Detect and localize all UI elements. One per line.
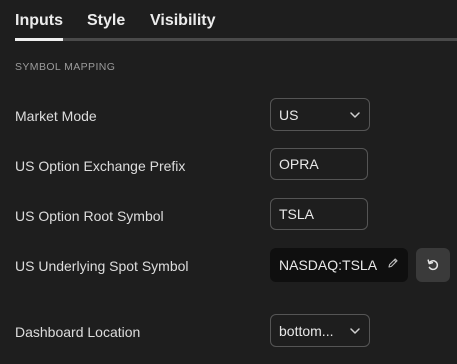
reset-icon bbox=[427, 259, 439, 271]
tab-visibility[interactable]: Visibility bbox=[150, 12, 216, 30]
market-mode-select[interactable]: US bbox=[270, 98, 370, 131]
dashboard-location-select[interactable]: bottom... bbox=[270, 314, 370, 347]
section-title: SYMBOL MAPPING bbox=[15, 61, 116, 73]
tab-style[interactable]: Style bbox=[87, 12, 125, 30]
exchange-prefix-label: US Option Exchange Prefix bbox=[15, 158, 186, 174]
spot-symbol-label: US Underlying Spot Symbol bbox=[15, 258, 189, 274]
tab-bar: Inputs Style Visibility bbox=[0, 0, 457, 42]
chevron-down-icon bbox=[350, 328, 360, 334]
dashboard-location-value: bottom... bbox=[279, 323, 334, 339]
tab-inputs[interactable]: Inputs bbox=[15, 12, 63, 30]
exchange-prefix-input[interactable] bbox=[270, 148, 368, 180]
market-mode-value: US bbox=[279, 107, 299, 123]
spot-symbol-value: NASDAQ:TSLA bbox=[279, 257, 378, 273]
active-tab-indicator bbox=[15, 38, 63, 41]
dashboard-location-label: Dashboard Location bbox=[15, 324, 141, 340]
spot-symbol-field[interactable]: NASDAQ:TSLA bbox=[270, 248, 408, 282]
reset-symbol-button[interactable] bbox=[416, 248, 450, 282]
tab-bar-divider bbox=[15, 38, 457, 41]
market-mode-label: Market Mode bbox=[15, 108, 97, 124]
root-symbol-label: US Option Root Symbol bbox=[15, 208, 164, 224]
chevron-down-icon bbox=[350, 112, 360, 118]
root-symbol-input[interactable] bbox=[270, 198, 368, 230]
pencil-icon[interactable] bbox=[387, 257, 399, 269]
